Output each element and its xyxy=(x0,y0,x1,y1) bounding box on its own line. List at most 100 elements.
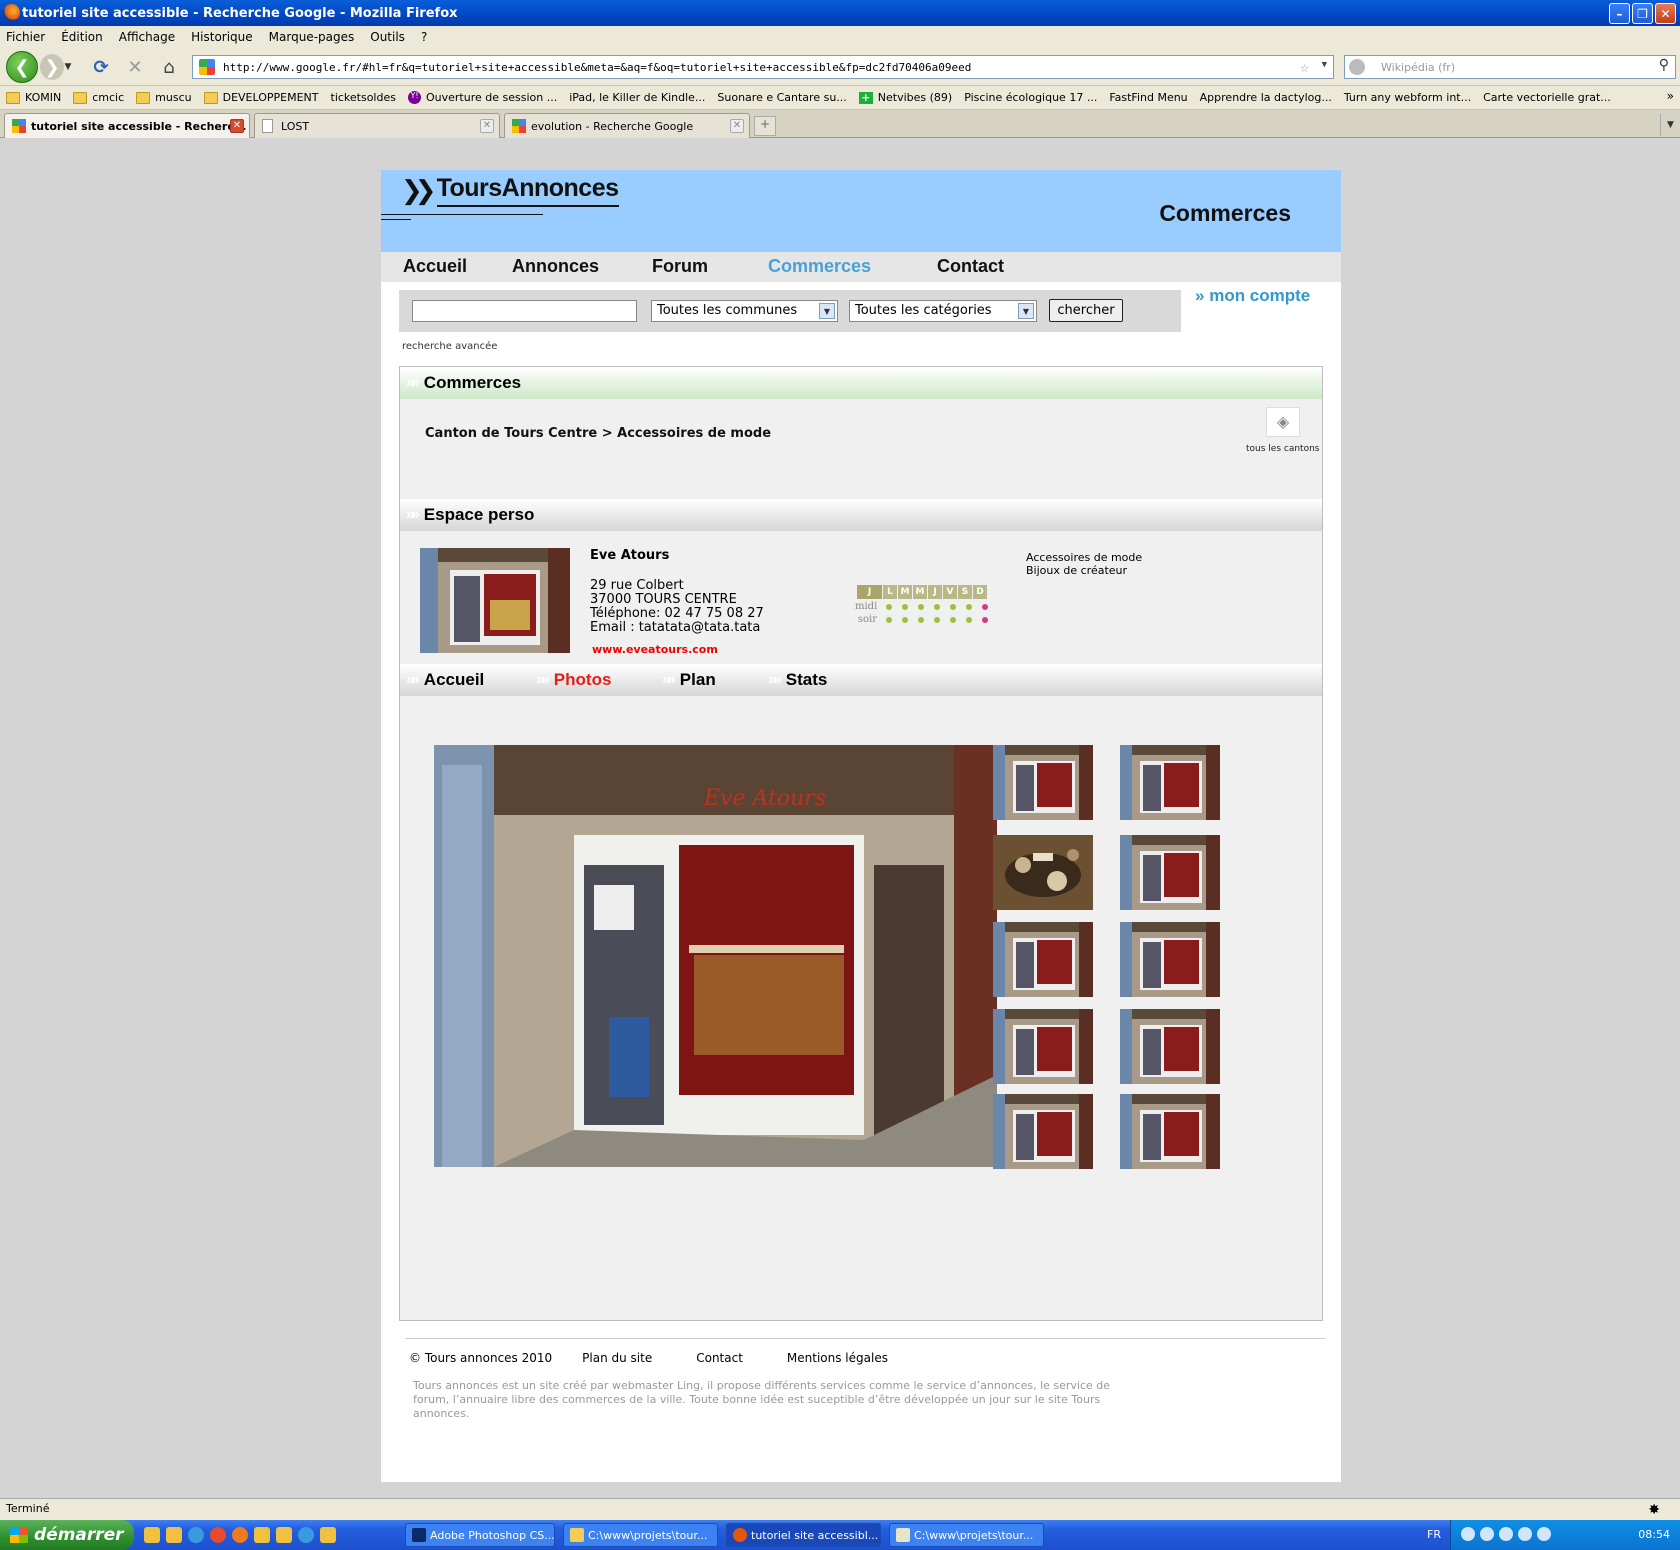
tab-stats[interactable]: »» Stats xyxy=(768,670,827,690)
taskbar-photoshop[interactable]: Adobe Photoshop CS... xyxy=(405,1523,555,1547)
photo-thumbnail[interactable] xyxy=(1120,745,1220,820)
photo-thumbnail[interactable] xyxy=(1120,1009,1220,1084)
language-indicator[interactable]: FR xyxy=(1427,1528,1441,1541)
shop-name: Eve Atours xyxy=(590,548,670,563)
back-button[interactable]: ❮ xyxy=(6,51,38,83)
bookmark-item[interactable]: Carte vectorielle grat... xyxy=(1483,91,1611,104)
nav-commerces[interactable]: Commerces xyxy=(768,256,871,277)
search-bar[interactable]: Wikipédia (fr) ⚲ xyxy=(1344,55,1676,79)
communes-select[interactable]: Toutes les communes ▼ xyxy=(651,300,838,322)
search-magnifier-icon[interactable]: ⚲ xyxy=(1659,57,1669,73)
bookmark-item[interactable]: FastFind Menu xyxy=(1109,91,1187,104)
photo-thumbnail[interactable] xyxy=(1120,835,1220,910)
bookmarks-overflow-icon[interactable]: » xyxy=(1667,89,1674,103)
bookmark-item[interactable]: muscu xyxy=(136,91,192,104)
home-icon[interactable]: ⌂ xyxy=(154,52,184,82)
cantons-link[interactable]: tous les cantons xyxy=(1246,444,1319,454)
bookmark-item[interactable]: Y! Ouverture de session ... xyxy=(407,91,557,104)
footer-mentions-legales[interactable]: Mentions légales xyxy=(787,1351,888,1365)
tab-tutoriel[interactable]: tutoriel site accessible - Recherc... ✕ xyxy=(4,113,250,139)
quicklaunch-folder-icon[interactable] xyxy=(166,1527,182,1543)
photo-thumbnail[interactable] xyxy=(993,835,1093,910)
tray-app-icon[interactable] xyxy=(1518,1527,1532,1541)
account-link[interactable]: » mon compte xyxy=(1195,286,1310,306)
wikipedia-icon[interactable] xyxy=(1349,59,1365,75)
photo-thumbnail[interactable] xyxy=(993,1094,1093,1169)
menu-outils[interactable]: Outils xyxy=(370,30,405,44)
menu-marque-pages[interactable]: Marque-pages xyxy=(269,30,355,44)
bookmark-star-icon[interactable]: ☆ xyxy=(1300,58,1309,76)
stop-icon[interactable]: ✕ xyxy=(120,52,150,82)
reload-icon[interactable]: ⟳ xyxy=(86,52,116,82)
tray-shield-icon[interactable] xyxy=(1537,1527,1551,1541)
footer-plan-du-site[interactable]: Plan du site xyxy=(582,1351,652,1365)
nav-forum[interactable]: Forum xyxy=(652,256,708,277)
advanced-search-link[interactable]: recherche avancée xyxy=(402,341,497,352)
quicklaunch-chrome-icon[interactable] xyxy=(210,1527,226,1543)
keyword-input[interactable] xyxy=(412,300,637,322)
quicklaunch-ie-icon[interactable] xyxy=(188,1527,204,1543)
bookmark-item[interactable]: + Netvibes (89) xyxy=(858,91,952,104)
quicklaunch-app-icon[interactable] xyxy=(276,1527,292,1543)
close-tab-icon[interactable]: ✕ xyxy=(730,119,744,133)
tab-evolution[interactable]: evolution - Recherche Google ✕ xyxy=(504,113,750,138)
photo-thumbnail[interactable] xyxy=(993,922,1093,997)
photo-thumbnail[interactable] xyxy=(1120,922,1220,997)
bookmark-item[interactable]: Suonare e Cantare su... xyxy=(717,91,846,104)
tab-lost[interactable]: LOST ✕ xyxy=(254,113,500,138)
shop-thumbnail[interactable] xyxy=(420,548,570,653)
menu-fichier[interactable]: Fichier xyxy=(6,30,45,44)
new-tab-button[interactable]: + xyxy=(754,116,776,136)
forward-button[interactable]: ❯ xyxy=(40,54,64,80)
nav-contact[interactable]: Contact xyxy=(937,256,1004,277)
url-dropdown-icon[interactable]: ▼ xyxy=(1322,60,1327,70)
photo-thumbnail[interactable] xyxy=(993,745,1093,820)
cantons-map-icon[interactable]: ◈ xyxy=(1266,407,1300,437)
quicklaunch-folder-icon[interactable] xyxy=(144,1527,160,1543)
menu-aide[interactable]: ? xyxy=(421,30,427,44)
bookmark-item[interactable]: DEVELOPPEMENT xyxy=(203,91,319,104)
maximize-button[interactable]: ❐ xyxy=(1632,3,1653,24)
nav-annonces[interactable]: Annonces xyxy=(512,256,599,277)
bookmark-item[interactable]: cmcic xyxy=(73,91,124,104)
url-bar[interactable]: http://www.google.fr/#hl=fr&q=tutoriel+s… xyxy=(192,55,1334,79)
menu-affichage[interactable]: Affichage xyxy=(119,30,175,44)
taskbar-explorer-1[interactable]: C:\www\projets\tour... xyxy=(563,1523,718,1547)
status-addon-icon[interactable]: ✸ xyxy=(1648,1500,1660,1520)
quicklaunch-folder-icon[interactable] xyxy=(320,1527,336,1543)
footer-contact[interactable]: Contact xyxy=(696,1351,743,1365)
start-button[interactable]: démarrer xyxy=(0,1520,134,1550)
minimize-button[interactable]: – xyxy=(1609,3,1630,24)
bookmark-item[interactable]: Apprendre la dactylog... xyxy=(1200,91,1332,104)
quicklaunch-ie-icon[interactable] xyxy=(298,1527,314,1543)
taskbar-firefox[interactable]: tutoriel site accessibl... xyxy=(726,1523,881,1547)
bookmark-item[interactable]: KOMIN xyxy=(6,91,61,104)
tab-accueil[interactable]: »» Accueil xyxy=(406,670,484,690)
categories-select[interactable]: Toutes les catégories ▼ xyxy=(849,300,1037,322)
photo-thumbnail[interactable] xyxy=(993,1009,1093,1084)
quicklaunch-app-icon[interactable] xyxy=(254,1527,270,1543)
bookmark-item[interactable]: iPad, le Killer de Kindle... xyxy=(569,91,705,104)
quicklaunch-firefox-icon[interactable] xyxy=(232,1527,248,1543)
bookmark-item[interactable]: ticketsoldes xyxy=(331,91,396,104)
close-tab-icon[interactable]: ✕ xyxy=(480,119,494,133)
bookmark-item[interactable]: Turn any webform int... xyxy=(1344,91,1471,104)
tray-arrow-icon[interactable] xyxy=(1461,1527,1475,1541)
tab-list-dropdown-icon[interactable]: ▼ xyxy=(1660,114,1680,136)
menu-edition[interactable]: Édition xyxy=(61,30,103,44)
tray-network-icon[interactable] xyxy=(1480,1527,1494,1541)
history-dropdown-icon[interactable]: ▼ xyxy=(62,52,74,82)
close-button[interactable]: ✕ xyxy=(1655,3,1676,24)
photo-thumbnail[interactable] xyxy=(1120,1094,1220,1169)
search-button[interactable]: chercher xyxy=(1049,299,1123,322)
taskbar-editor[interactable]: C:\www\projets\tour... xyxy=(889,1523,1044,1547)
tray-volume-icon[interactable] xyxy=(1499,1527,1513,1541)
menu-historique[interactable]: Historique xyxy=(191,30,253,44)
close-tab-icon[interactable]: ✕ xyxy=(230,119,244,133)
tab-plan[interactable]: »» Plan xyxy=(662,670,716,690)
site-logo[interactable]: ❯❯ ToursAnnonces xyxy=(401,174,619,207)
shop-website-link[interactable]: www.eveatours.com xyxy=(592,643,718,656)
bookmark-item[interactable]: Piscine écologique 17 ... xyxy=(964,91,1097,104)
nav-accueil[interactable]: Accueil xyxy=(403,256,467,277)
tab-photos[interactable]: »» Photos xyxy=(536,670,611,690)
